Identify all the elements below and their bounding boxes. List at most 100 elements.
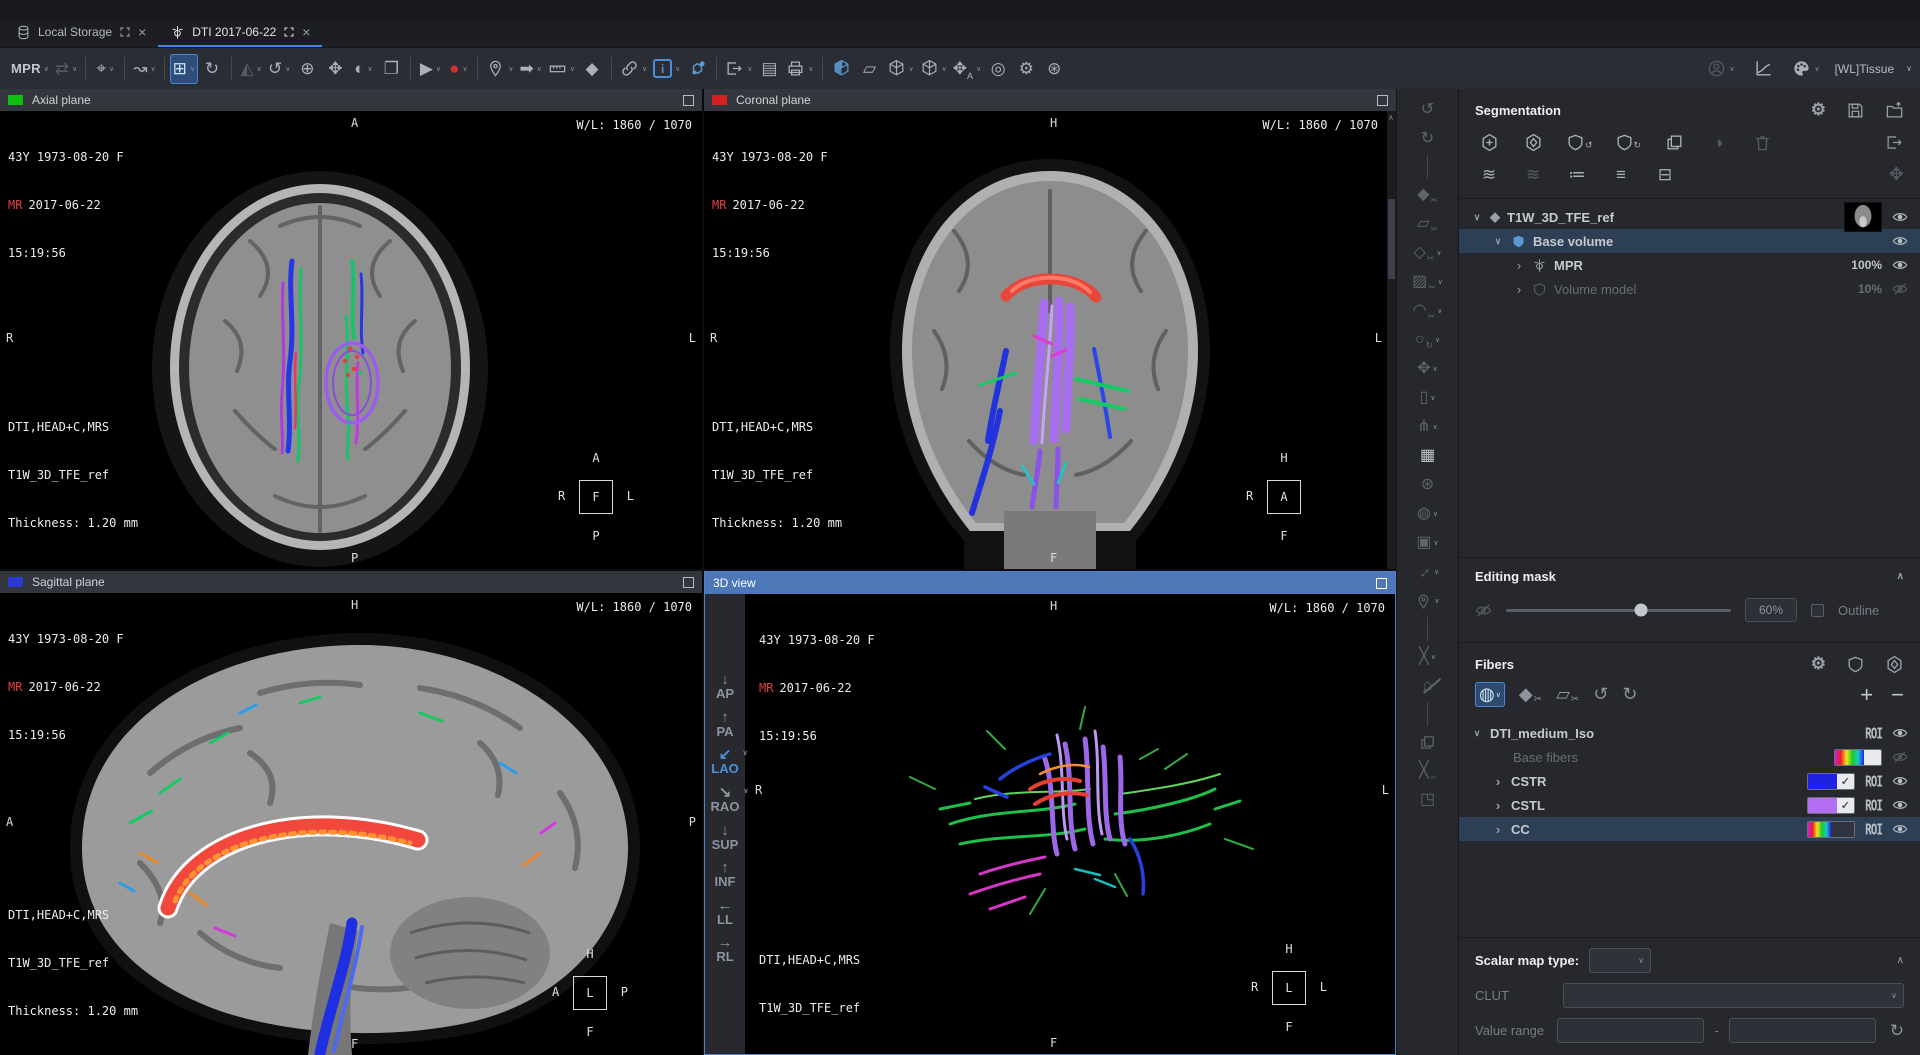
menu-help[interactable] (106, 9, 126, 11)
transform-3d-icon[interactable]: ✥ (1889, 164, 1904, 185)
tab-dti-study[interactable]: DTI 2017-06-22 × (158, 19, 322, 47)
duplicate-segment-icon[interactable] (1660, 130, 1688, 154)
mask-opacity-slider-knob[interactable] (1635, 604, 1648, 617)
viewport-axial[interactable]: Axial plane (0, 89, 702, 569)
mask-opacity-slider[interactable] (1506, 609, 1731, 612)
export-segment-icon[interactable] (1885, 133, 1904, 152)
tree-row-volume[interactable]: ∨ ◆ T1W_3D_TFE_ref (1459, 205, 1920, 229)
segment-undo-icon[interactable]: ↺ (1563, 130, 1596, 154)
collapse-section-icon[interactable]: ∧ (1897, 955, 1904, 966)
resize-diagonal-icon[interactable]: ↔ ∨ (1408, 559, 1448, 585)
tree-row-base-fibers[interactable]: Base fibers (1459, 745, 1920, 769)
play-icon[interactable]: ▶ ∨ (416, 54, 444, 84)
load-folder-icon[interactable] (1885, 101, 1904, 120)
tree-numbered-icon[interactable]: ≔ (1563, 162, 1591, 186)
flip-pages-icon[interactable]: ❐ (377, 54, 405, 84)
molecule-icon[interactable] (683, 54, 711, 84)
crossed-bones-icon[interactable]: ╳ ∨ (1408, 644, 1448, 670)
close-tab-icon[interactable]: × (138, 25, 146, 39)
move-point-icon[interactable]: ✥ ∨ (1408, 356, 1448, 382)
arrow-annotation-icon[interactable]: ➡ ∨ (517, 54, 545, 84)
link-icon[interactable]: ∨ (617, 54, 650, 84)
seed-branch-icon[interactable]: ⋔ ∨ (1408, 414, 1448, 440)
tree-row-volume-model[interactable]: › Volume model 10% (1459, 277, 1920, 301)
close-tab-icon[interactable]: × (302, 25, 310, 39)
sagittal-image[interactable]: 43Y 1973-08-20 F MR2017-06-22 15:19:56 W… (0, 593, 702, 1055)
roi-badge[interactable]: ROI (1865, 724, 1882, 742)
orient-sup-button[interactable]: ↓ SUP (712, 823, 739, 852)
overlap-squares-icon[interactable]: ▣ ∨ (1408, 530, 1448, 556)
cut-outline-icon[interactable]: ▱ ✂ (1408, 211, 1448, 237)
mask-opacity-value[interactable]: 60% (1745, 598, 1797, 622)
orient-inf-button[interactable]: ↑ INF (715, 860, 736, 889)
tree-collapse-icon[interactable]: ⊟ (1651, 162, 1679, 186)
viewport-3d[interactable]: 3D view ↓ AP ↑ PA ↙ (704, 571, 1396, 1055)
window-level-preset[interactable]: [WL]Tissue (1835, 62, 1895, 76)
add-segment-icon[interactable] (1475, 130, 1503, 154)
box-wireframe-icon[interactable]: ∨ (884, 54, 917, 84)
pan-icon[interactable]: ✥ (321, 54, 349, 84)
target-icon[interactable]: ◎ (984, 54, 1012, 84)
film-reel-icon[interactable]: ⊛ (1408, 472, 1448, 498)
fiber-lasso-icon[interactable]: ◍ ∨ (1475, 682, 1505, 707)
fibers-settings-icon[interactable]: ⚙ (1811, 654, 1826, 674)
visibility-icon[interactable] (1892, 773, 1908, 789)
visibility-off-icon[interactable] (1892, 281, 1908, 297)
palette-icon[interactable]: ∨ (1789, 54, 1822, 84)
info-icon[interactable]: i ∨ (650, 54, 683, 84)
tree-row-cstl[interactable]: › CSTL ✓ ROI (1459, 793, 1920, 817)
stack-pages-icon[interactable]: ▤ (755, 54, 783, 84)
mouse-tool-icon[interactable]: ▯ ∨ (1408, 385, 1448, 411)
delete-segment-icon[interactable] (1748, 130, 1776, 154)
tree-row-cc[interactable]: › CC ROI (1459, 817, 1920, 841)
levels-curve-icon[interactable] (1749, 54, 1777, 84)
cut-sphere-icon[interactable]: ◠ ✂ ∨ (1408, 298, 1448, 324)
color-swatch[interactable]: ✓ (1807, 773, 1855, 790)
snowflake-icon[interactable]: ⊛ (1040, 54, 1068, 84)
clip-plane-icon[interactable]: ▱ (856, 54, 884, 84)
mask-icon[interactable]: ◑ (1704, 130, 1732, 154)
no-home-icon[interactable]: ⌂ (1408, 673, 1448, 699)
scrollbar-thumb[interactable] (1388, 199, 1395, 279)
save-icon[interactable] (1846, 101, 1865, 120)
cut-fill-icon[interactable]: ◆ ✂ (1408, 182, 1448, 208)
menu-mpr[interactable] (66, 9, 86, 11)
menu-file[interactable] (6, 9, 26, 11)
visibility-icon[interactable] (1892, 725, 1908, 741)
orient-pa-button[interactable]: ↑ PA (716, 710, 733, 739)
segmentation-settings-icon[interactable]: ⚙ (1811, 100, 1826, 120)
rotate-view-icon[interactable]: ↻ (198, 54, 226, 84)
tree-row-mpr[interactable]: › MPR 100% (1459, 253, 1920, 277)
export-icon[interactable]: ∨ (722, 54, 755, 84)
range-max-input[interactable] (1729, 1018, 1876, 1043)
segment-redo-icon[interactable]: ↻ (1612, 130, 1645, 154)
eraser-icon[interactable]: ◆ (578, 54, 606, 84)
stack-layers-icon[interactable] (1408, 729, 1448, 755)
detach-tab-icon[interactable] (283, 26, 295, 38)
tree-row-dti-medium-iso[interactable]: ∨ DTI_medium_Iso ROI (1459, 721, 1920, 745)
range-min-input[interactable] (1557, 1018, 1704, 1043)
restore-sphere-icon[interactable]: ○ ↻ ∨ (1408, 327, 1448, 353)
refresh-range-icon[interactable]: ↻ (1890, 1021, 1904, 1041)
roi-badge[interactable]: ROI (1865, 772, 1882, 790)
layout-grid-icon[interactable]: ⊞ ∨ (170, 54, 198, 84)
visibility-icon[interactable] (1892, 821, 1908, 837)
fiber-cut-icon[interactable]: ◆ ✂ (1519, 684, 1542, 705)
tree-list-icon[interactable]: ≡ (1607, 162, 1635, 186)
tab-local-storage[interactable]: Local Storage × (4, 19, 158, 47)
sync-views-icon[interactable]: ⇄ ∨ (52, 54, 80, 84)
orient-ll-button[interactable]: ← LL (717, 898, 733, 927)
maximize-viewport-button[interactable] (683, 95, 694, 106)
tree-row-cstr[interactable]: › CSTR ✓ ROI (1459, 769, 1920, 793)
settings-gear-icon[interactable]: ⚙ (1012, 54, 1040, 84)
move-annotation-icon[interactable]: ✥ A ∨ (950, 54, 984, 84)
color-swatch[interactable] (1834, 749, 1882, 766)
fiber-undo-icon[interactable]: ↺ (1593, 684, 1608, 705)
split-bones-icon[interactable]: ╳ ▫▫ (1408, 758, 1448, 784)
color-swatch[interactable] (1807, 821, 1855, 838)
add-fiber-button[interactable]: + (1860, 684, 1873, 706)
crosshair-icon[interactable]: ⌖ ∨ (91, 54, 119, 84)
layers-visible-icon[interactable]: ≋ (1475, 162, 1503, 186)
color-swatch[interactable]: ✓ (1807, 797, 1855, 814)
scroll-up-icon[interactable]: ∧ (1388, 113, 1394, 122)
